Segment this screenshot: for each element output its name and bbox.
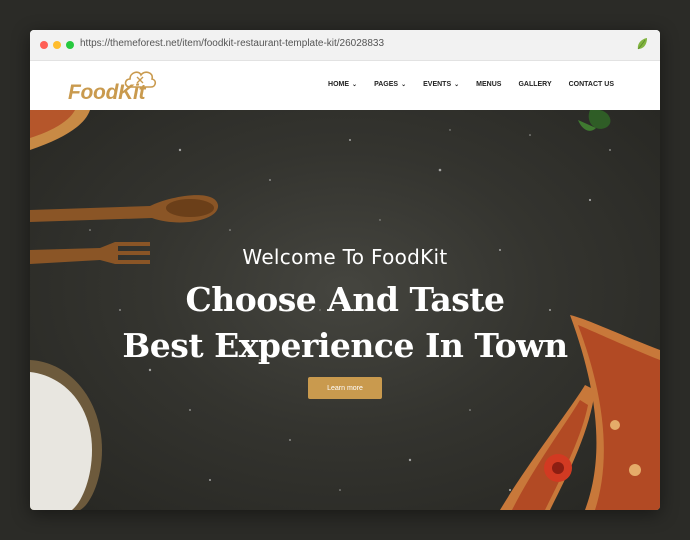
nav-label: GALLERY (518, 81, 552, 88)
browser-toolbar: https://themeforest.net/item/foodkit-res… (30, 30, 660, 61)
nav-home[interactable]: HOME ⌄ (328, 81, 357, 88)
nav-events[interactable]: EVENTS ⌄ (423, 81, 459, 88)
nav-gallery[interactable]: GALLERY (518, 81, 551, 88)
nav-contact-us[interactable]: CONTACT US (569, 81, 614, 88)
maximize-window-button[interactable] (66, 41, 74, 49)
hero-section: Welcome To FoodKit Choose And Taste Best… (30, 110, 660, 510)
nav-label: EVENTS (423, 81, 452, 88)
chevron-down-icon: ⌄ (454, 82, 460, 88)
hero-headline-line2: Best Experience In Town (122, 326, 568, 365)
learn-more-button[interactable]: Learn more (308, 377, 382, 399)
chevron-down-icon: ⌄ (401, 82, 407, 88)
logo-text: FoodKit (68, 81, 146, 104)
nav-menus[interactable]: MENUS (476, 81, 501, 88)
close-window-button[interactable] (40, 41, 48, 49)
foodkit-logo[interactable]: FoodKit (66, 67, 166, 107)
chevron-down-icon: ⌄ (352, 82, 358, 88)
hero-headline-line1: Choose And Taste (185, 280, 505, 319)
main-nav: HOME ⌄ PAGES ⌄ EVENTS ⌄ MENUS GALLERY CO… (328, 81, 614, 88)
site-header: FoodKit HOME ⌄ PAGES ⌄ EVENTS ⌄ MENUS GA… (30, 61, 660, 110)
hero-welcome: Welcome To FoodKit (242, 245, 448, 269)
nav-pages[interactable]: PAGES ⌄ (374, 81, 406, 88)
envato-leaf-icon (637, 38, 647, 50)
nav-label: PAGES (374, 81, 399, 88)
address-bar[interactable]: https://themeforest.net/item/foodkit-res… (80, 38, 384, 49)
nav-label: HOME (328, 81, 350, 88)
browser-window: https://themeforest.net/item/foodkit-res… (30, 30, 660, 510)
nav-label: MENUS (476, 81, 502, 88)
nav-label: CONTACT US (568, 81, 614, 88)
minimize-window-button[interactable] (53, 41, 61, 49)
